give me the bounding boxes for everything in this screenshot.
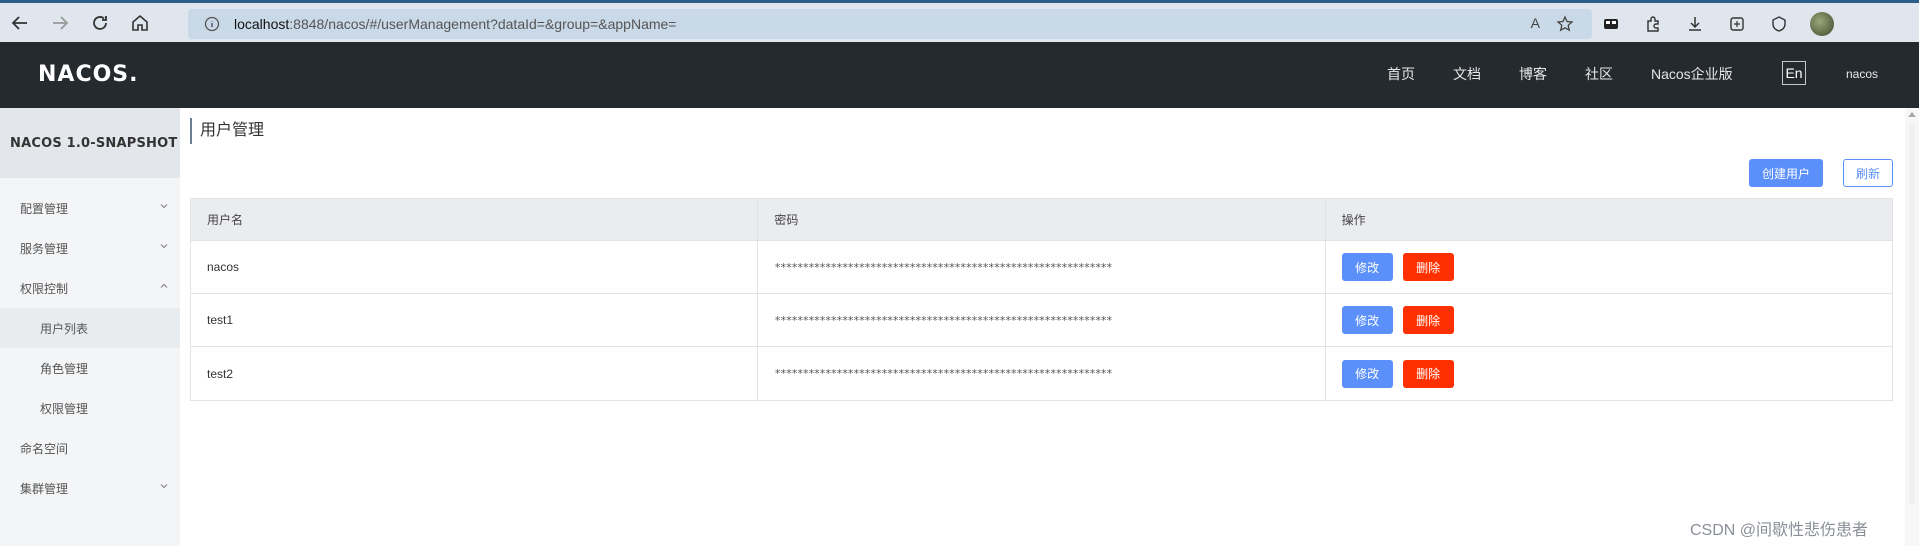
page-title: 用户管理	[190, 118, 264, 144]
actions-cell: 修改 删除	[1326, 294, 1892, 346]
username-cell: nacos	[191, 241, 759, 293]
sidebar-item-permissions[interactable]: 权限管理	[0, 388, 180, 428]
delete-button[interactable]: 删除	[1402, 253, 1454, 281]
sidebar-item-service[interactable]: 服务管理	[0, 228, 180, 268]
nav-blog[interactable]: 博客	[1519, 64, 1547, 84]
app-header: NACOS. 首页 文档 博客 社区 Nacos企业版 En nacos	[0, 42, 1919, 108]
top-nav: 首页 文档 博客 社区 Nacos企业版	[1387, 64, 1771, 84]
favorite-icon[interactable]	[1556, 15, 1574, 33]
edit-button[interactable]: 修改	[1341, 253, 1393, 281]
browser-extensions	[1600, 9, 1834, 39]
profile-avatar[interactable]	[1810, 12, 1834, 36]
chevron-up-icon	[160, 283, 168, 288]
sidebar: NACOS 1.0-SNAPSHOT 配置管理 服务管理 权限控制 用户列表 角…	[0, 108, 180, 546]
column-header-password: 密码	[758, 199, 1326, 240]
sidebar-item-label: 服务管理	[20, 241, 69, 256]
sidebar-item-label: 用户列表	[40, 321, 89, 336]
version-label: NACOS 1.0-SNAPSHOT	[0, 108, 180, 178]
column-header-actions: 操作	[1341, 213, 1366, 227]
delete-button[interactable]: 删除	[1402, 306, 1454, 334]
home-icon	[132, 14, 148, 31]
nav-enterprise[interactable]: Nacos企业版	[1651, 64, 1733, 84]
browser-essentials-icon[interactable]	[1768, 13, 1790, 35]
address-bar[interactable]: localhost:8848/nacos/#/userManagement?da…	[188, 9, 1592, 39]
column-header-username: 用户名	[191, 199, 759, 240]
sidebar-item-cluster[interactable]: 集群管理	[0, 468, 180, 508]
nav-docs[interactable]: 文档	[1453, 64, 1481, 84]
refresh-icon	[93, 15, 107, 30]
sidebar-item-label: 命名空间	[20, 441, 69, 456]
sidebar-item-auth[interactable]: 权限控制	[0, 268, 180, 308]
nav-home[interactable]: 首页	[1387, 64, 1415, 84]
screenshot-icon[interactable]	[1726, 13, 1748, 35]
username-cell: test1	[191, 294, 759, 346]
extensions-icon[interactable]	[1642, 13, 1664, 35]
username-cell: test2	[191, 347, 759, 400]
read-aloud-icon[interactable]: A	[1531, 15, 1540, 33]
table-row: nacos **********************************…	[191, 241, 1892, 294]
chevron-down-icon	[160, 484, 168, 489]
table-row: test2 **********************************…	[191, 347, 1892, 400]
actions-cell: 修改 删除	[1326, 347, 1892, 400]
main-content: 用户管理 创建用户 刷新 用户名 密码 操作 nacos ***********…	[190, 108, 1900, 546]
info-icon[interactable]	[204, 16, 220, 32]
table-row: test1 **********************************…	[191, 294, 1892, 347]
sidebar-item-config[interactable]: 配置管理	[0, 188, 180, 228]
user-table: 用户名 密码 操作 nacos ************************…	[190, 198, 1893, 401]
refresh-button[interactable]: 刷新	[1843, 159, 1893, 187]
forward-button[interactable]	[40, 5, 80, 41]
collections-icon[interactable]	[1600, 13, 1622, 35]
sidebar-item-label: 权限管理	[40, 401, 89, 416]
sidebar-item-user-list[interactable]: 用户列表	[0, 308, 180, 348]
home-button[interactable]	[120, 5, 160, 41]
language-switch-button[interactable]: En	[1782, 61, 1806, 85]
edit-button[interactable]: 修改	[1341, 306, 1393, 334]
edit-button[interactable]: 修改	[1341, 359, 1393, 388]
nacos-logo[interactable]: NACOS.	[38, 62, 139, 87]
downloads-icon[interactable]	[1684, 13, 1706, 35]
actions-cell: 修改 删除	[1326, 241, 1892, 293]
watermark: CSDN @间歇性悲伤患者	[1690, 522, 1869, 539]
page-scrollbar[interactable]	[1905, 108, 1919, 546]
password-cell: ****************************************…	[758, 294, 1326, 346]
forward-icon	[53, 15, 69, 30]
sidebar-item-namespace[interactable]: 命名空间	[0, 428, 180, 468]
user-menu[interactable]: nacos	[1846, 67, 1878, 81]
url-text: localhost:8848/nacos/#/userManagement?da…	[234, 16, 677, 32]
password-cell: ****************************************…	[758, 347, 1326, 400]
delete-button[interactable]: 删除	[1402, 359, 1454, 388]
chevron-down-icon	[160, 244, 168, 249]
sidebar-item-label: 集群管理	[20, 481, 69, 496]
create-user-button[interactable]: 创建用户	[1749, 159, 1823, 187]
sidebar-item-label: 权限控制	[20, 281, 69, 296]
sidebar-item-label: 配置管理	[20, 201, 69, 216]
browser-toolbar: localhost:8848/nacos/#/userManagement?da…	[0, 0, 1919, 42]
reload-button[interactable]	[80, 5, 120, 41]
back-icon	[11, 15, 27, 30]
nav-community[interactable]: 社区	[1585, 64, 1613, 84]
scroll-up-arrow-icon[interactable]	[1908, 112, 1916, 117]
scroll-thumb[interactable]	[1909, 124, 1915, 504]
password-cell: ****************************************…	[758, 241, 1326, 293]
table-header: 用户名 密码 操作	[191, 199, 1892, 241]
sidebar-item-roles[interactable]: 角色管理	[0, 348, 180, 388]
sidebar-item-label: 角色管理	[40, 361, 89, 376]
back-button[interactable]	[0, 5, 40, 41]
sidebar-menu: 配置管理 服务管理 权限控制 用户列表 角色管理 权限管理 命名空间 集群管理	[0, 188, 180, 508]
chevron-down-icon	[160, 204, 168, 209]
